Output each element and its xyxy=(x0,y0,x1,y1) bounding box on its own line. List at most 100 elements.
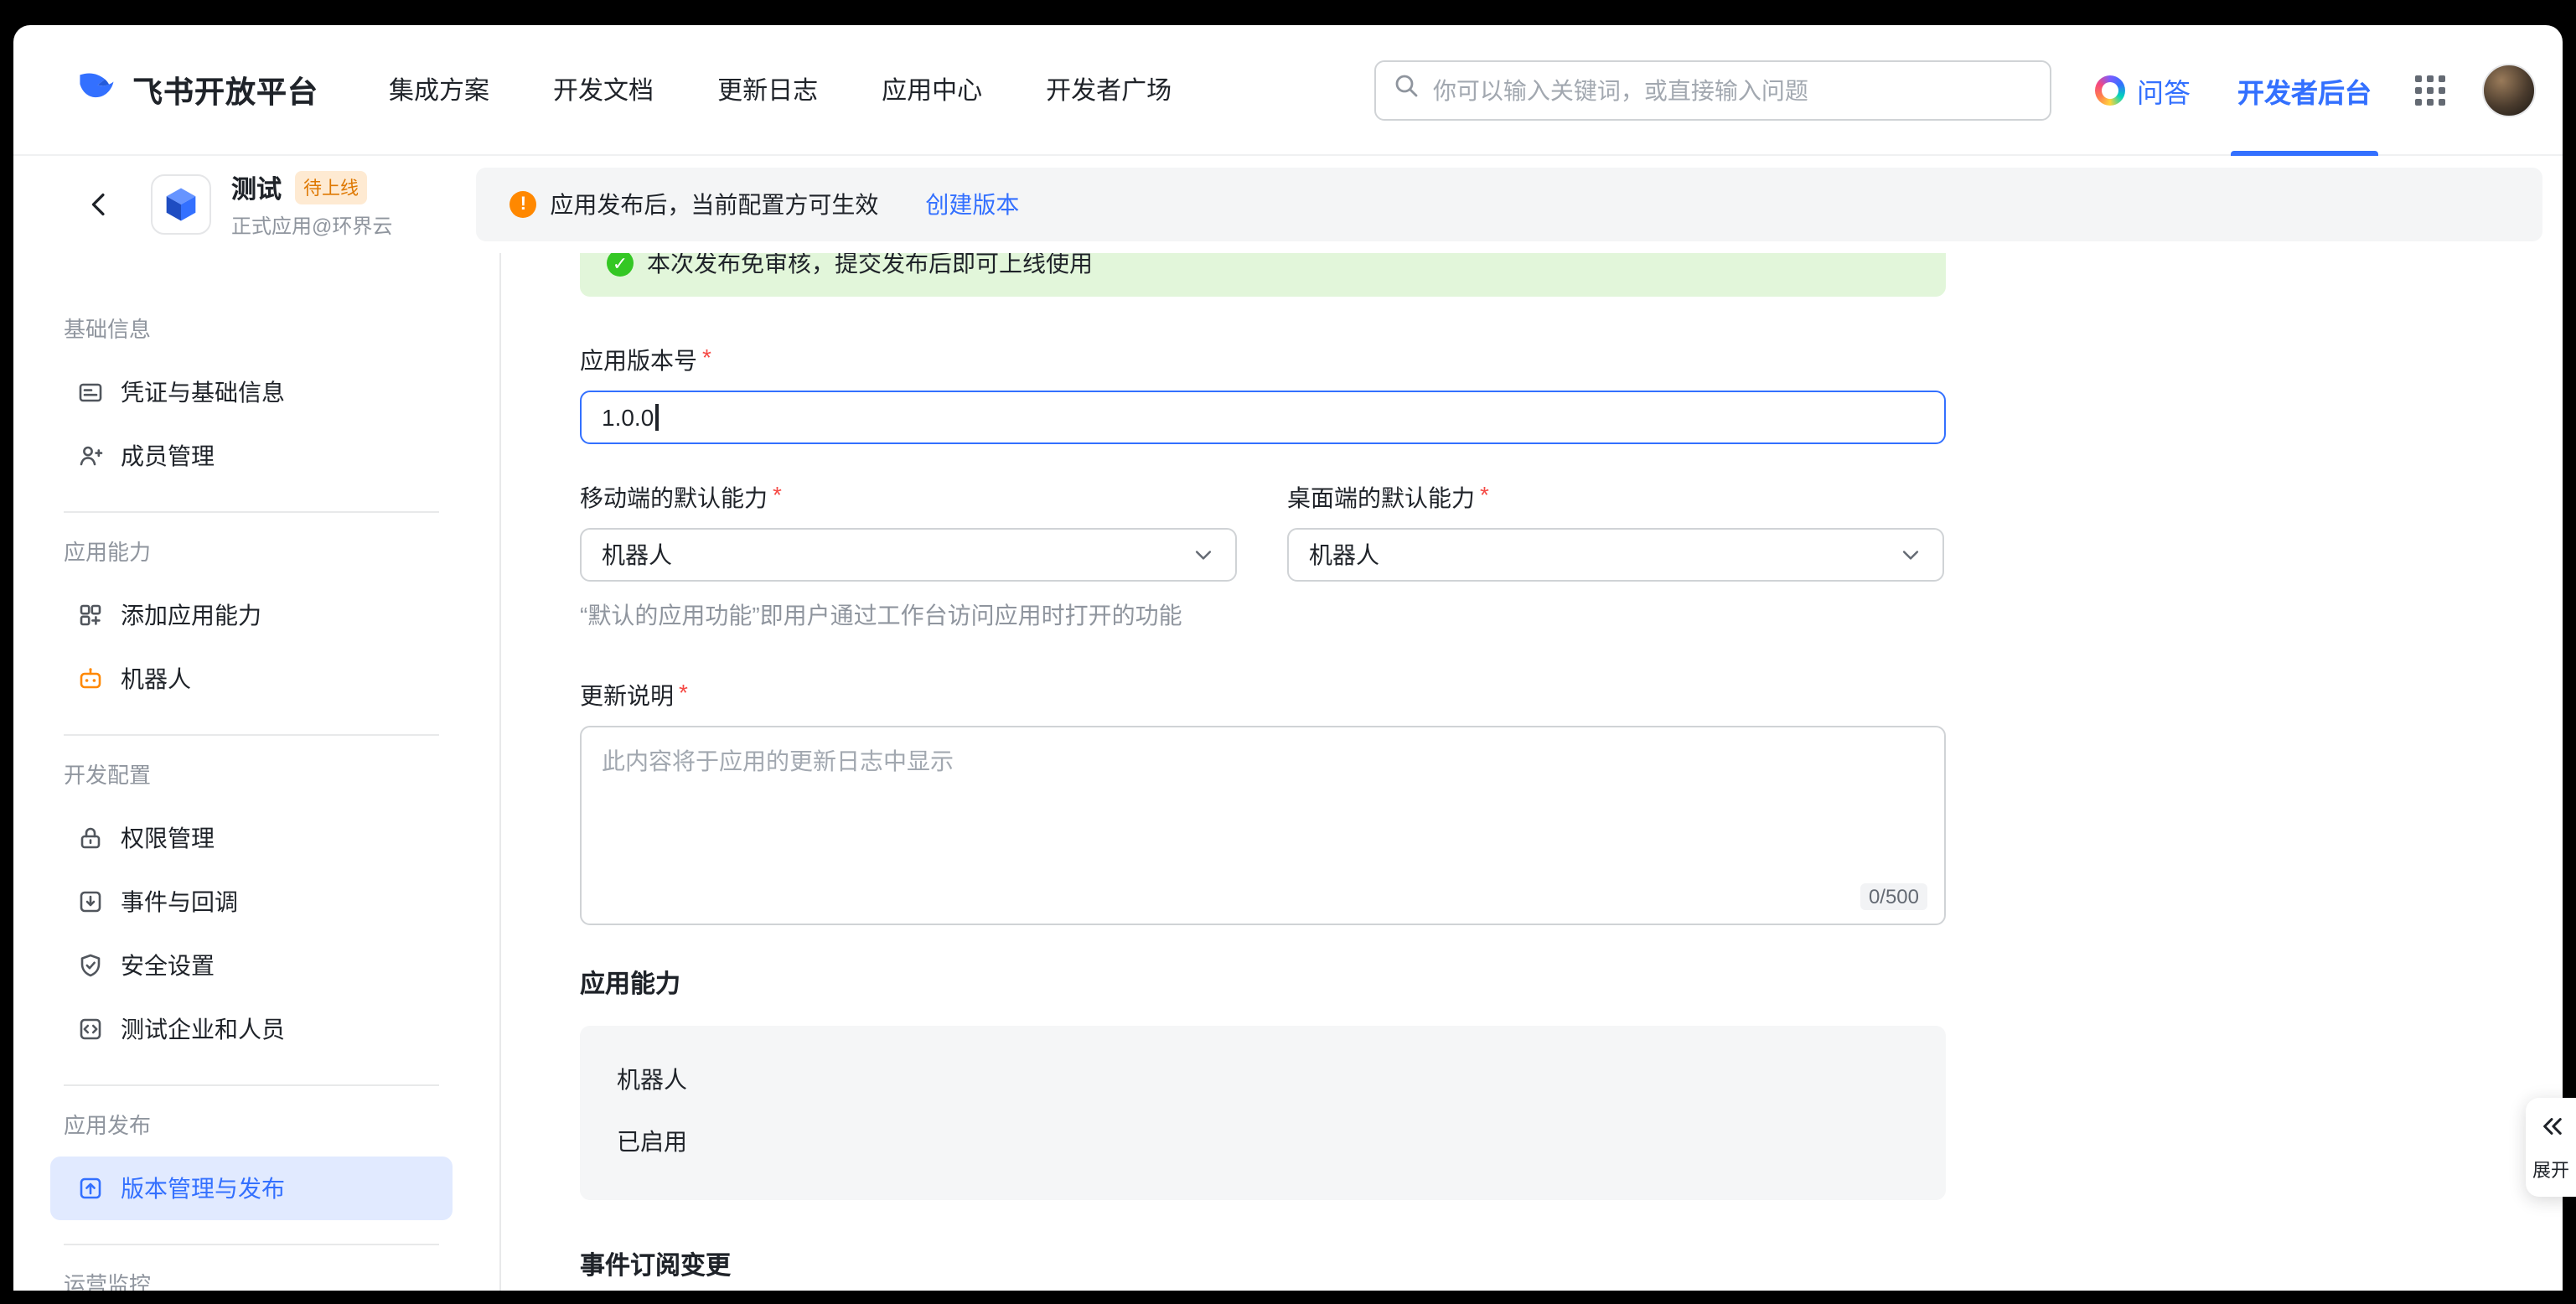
version-value: 1.0.0 xyxy=(602,404,654,431)
main-area: 基础信息 凭证与基础信息 机器人 成员管理 应用能力 xyxy=(13,253,2563,1291)
required-mark: * xyxy=(1480,481,1489,508)
browser-window: 飞书开放平台 集成方案 开发文档 更新日志 应用中心 开发者广场 问答 xyxy=(13,25,2563,1291)
sidebar-section-monitoring: 运营监控 xyxy=(64,1269,439,1291)
sidebar-item-events-callback[interactable]: 事件与回调 xyxy=(50,870,453,934)
chevron-down-icon xyxy=(1899,543,1922,567)
sidebar-section-basic-info: 基础信息 xyxy=(64,313,439,347)
sidebar-item-add-capability[interactable]: 添加应用能力 xyxy=(50,583,453,647)
search-input[interactable] xyxy=(1433,76,2033,103)
sidebar-divider xyxy=(64,511,439,513)
expand-label: 展开 xyxy=(2529,1157,2573,1183)
app-subtitle: 正式应用@环界云 xyxy=(231,210,392,239)
nav-item-app-center[interactable]: 应用中心 xyxy=(882,72,982,107)
sidebar-item-permissions[interactable]: 权限管理 xyxy=(50,806,453,870)
app-launcher-icon[interactable] xyxy=(2415,75,2445,105)
main-nav: 集成方案 开发文档 更新日志 应用中心 开发者广场 xyxy=(389,72,1172,107)
sidebar-item-label: 安全设置 xyxy=(121,949,215,982)
version-input[interactable]: 1.0.0 xyxy=(580,391,1946,444)
sidebar-item-version-release[interactable]: 版本管理与发布 xyxy=(50,1157,453,1220)
qa-ring-icon xyxy=(2095,75,2125,105)
publish-alert-banner: ! 应用发布后，当前配置方可生效 创建版本 xyxy=(476,168,2542,241)
text-cursor xyxy=(655,404,658,431)
capability-name: 机器人 xyxy=(617,1063,1909,1096)
nav-item-dev-plaza[interactable]: 开发者广场 xyxy=(1046,72,1172,107)
event-callback-icon xyxy=(77,888,104,915)
create-version-link[interactable]: 创建版本 xyxy=(925,188,1019,221)
sidebar-item-test-org[interactable]: 测试企业和人员 xyxy=(50,997,453,1061)
members-icon xyxy=(77,442,104,469)
sidebar-item-label: 机器人 xyxy=(121,662,191,696)
char-counter: 0/500 xyxy=(1860,883,1927,910)
alert-text: 应用发布后，当前配置方可生效 xyxy=(550,188,878,221)
sidebar-divider xyxy=(64,1084,439,1086)
double-chevron-left-icon xyxy=(2538,1115,2563,1138)
mobile-capability-label-row: 移动端的默认能力 * xyxy=(580,481,1237,515)
app-header-bar: 测试 待上线 正式应用@环界云 ! 应用发布后，当前配置方可生效 创建版本 xyxy=(13,156,2563,253)
app-meta: 测试 待上线 正式应用@环界云 xyxy=(231,170,392,239)
warning-icon: ! xyxy=(510,191,536,218)
release-notes-label: 更新说明 xyxy=(580,679,674,712)
capability-section-title: 应用能力 xyxy=(580,969,1946,1002)
developer-console-label: 开发者后台 xyxy=(2237,70,2372,110)
qa-label: 问答 xyxy=(2137,70,2191,110)
status-badge: 待上线 xyxy=(295,171,367,204)
required-mark: * xyxy=(773,481,782,508)
capability-summary-box: 机器人 已启用 xyxy=(580,1026,1946,1200)
sidebar-item-label: 添加应用能力 xyxy=(121,598,261,632)
screen: 飞书开放平台 集成方案 开发文档 更新日志 应用中心 开发者广场 问答 xyxy=(0,0,2576,1304)
events-section-title: 事件订阅变更 xyxy=(580,1250,1946,1284)
sidebar-item-credentials[interactable]: 凭证与基础信息 xyxy=(50,360,453,424)
robot-icon xyxy=(77,665,104,692)
publish-icon xyxy=(77,1175,104,1202)
capability-status: 已启用 xyxy=(617,1125,1909,1158)
nav-item-integration[interactable]: 集成方案 xyxy=(389,72,489,107)
sidebar-item-security[interactable]: 安全设置 xyxy=(50,934,453,997)
desktop-capability-label: 桌面端的默认能力 xyxy=(1287,481,1475,515)
add-capability-icon xyxy=(77,602,104,629)
nav-item-changelog[interactable]: 更新日志 xyxy=(717,72,818,107)
success-banner-text: 本次发布免审核，提交发布后即可上线使用 xyxy=(647,253,1093,280)
release-notes-label-row: 更新说明 * xyxy=(580,679,1946,712)
feishu-logo-icon xyxy=(75,64,119,116)
version-label: 应用版本号 xyxy=(580,344,697,377)
lock-icon xyxy=(77,825,104,851)
avatar[interactable] xyxy=(2482,63,2536,116)
sidebar-divider xyxy=(64,734,439,736)
active-tab-underline xyxy=(2231,150,2378,155)
sidebar-item-label: 凭证与基础信息 xyxy=(121,375,285,409)
release-notes-input[interactable] xyxy=(582,727,1944,924)
sidebar-item-members[interactable]: 机器人 成员管理 xyxy=(50,424,453,488)
brand[interactable]: 飞书开放平台 xyxy=(75,64,318,116)
sidebar-divider xyxy=(64,1244,439,1245)
shield-icon xyxy=(77,952,104,979)
sidebar-item-bot[interactable]: 机器人 xyxy=(50,647,453,711)
tab-developer-console[interactable]: 开发者后台 xyxy=(2237,25,2372,155)
required-mark: * xyxy=(679,679,688,706)
sidebar-section-capabilities: 应用能力 xyxy=(64,536,439,570)
sidebar-item-label: 测试企业和人员 xyxy=(121,1012,285,1046)
chevron-down-icon xyxy=(1192,543,1215,567)
search-icon xyxy=(1393,72,1420,107)
mobile-capability-value: 机器人 xyxy=(602,538,672,572)
app-name: 测试 xyxy=(231,170,282,205)
capability-hint: “默认的应用功能”即用户通过工作台访问应用时打开的功能 xyxy=(580,598,1946,632)
desktop-capability-value: 机器人 xyxy=(1309,538,1379,572)
desktop-capability-select[interactable]: 机器人 xyxy=(1287,528,1944,582)
top-navigation: 飞书开放平台 集成方案 开发文档 更新日志 应用中心 开发者广场 问答 xyxy=(13,25,2563,156)
desktop-capability-label-row: 桌面端的默认能力 * xyxy=(1287,481,1944,515)
version-label-row: 应用版本号 * xyxy=(580,344,1946,377)
search-box[interactable] xyxy=(1374,60,2051,120)
mobile-capability-select[interactable]: 机器人 xyxy=(580,528,1237,582)
check-icon: ✓ xyxy=(607,253,634,277)
sidebar-section-release: 应用发布 xyxy=(64,1110,439,1143)
sidebar: 基础信息 凭证与基础信息 机器人 成员管理 应用能力 xyxy=(13,253,499,1291)
qa-entry[interactable]: 问答 xyxy=(2095,70,2191,110)
nav-item-docs[interactable]: 开发文档 xyxy=(553,72,654,107)
sidebar-section-dev-config: 开发配置 xyxy=(64,759,439,793)
sidebar-item-label: 事件与回调 xyxy=(121,885,238,918)
back-button[interactable] xyxy=(80,186,117,223)
sidebar-item-label: 成员管理 xyxy=(121,439,215,473)
expand-panel-button[interactable]: 展开 xyxy=(2526,1098,2576,1197)
success-banner: ✓ 本次发布免审核，提交发布后即可上线使用 xyxy=(580,253,1946,297)
release-notes-field: 0/500 xyxy=(580,726,1946,925)
